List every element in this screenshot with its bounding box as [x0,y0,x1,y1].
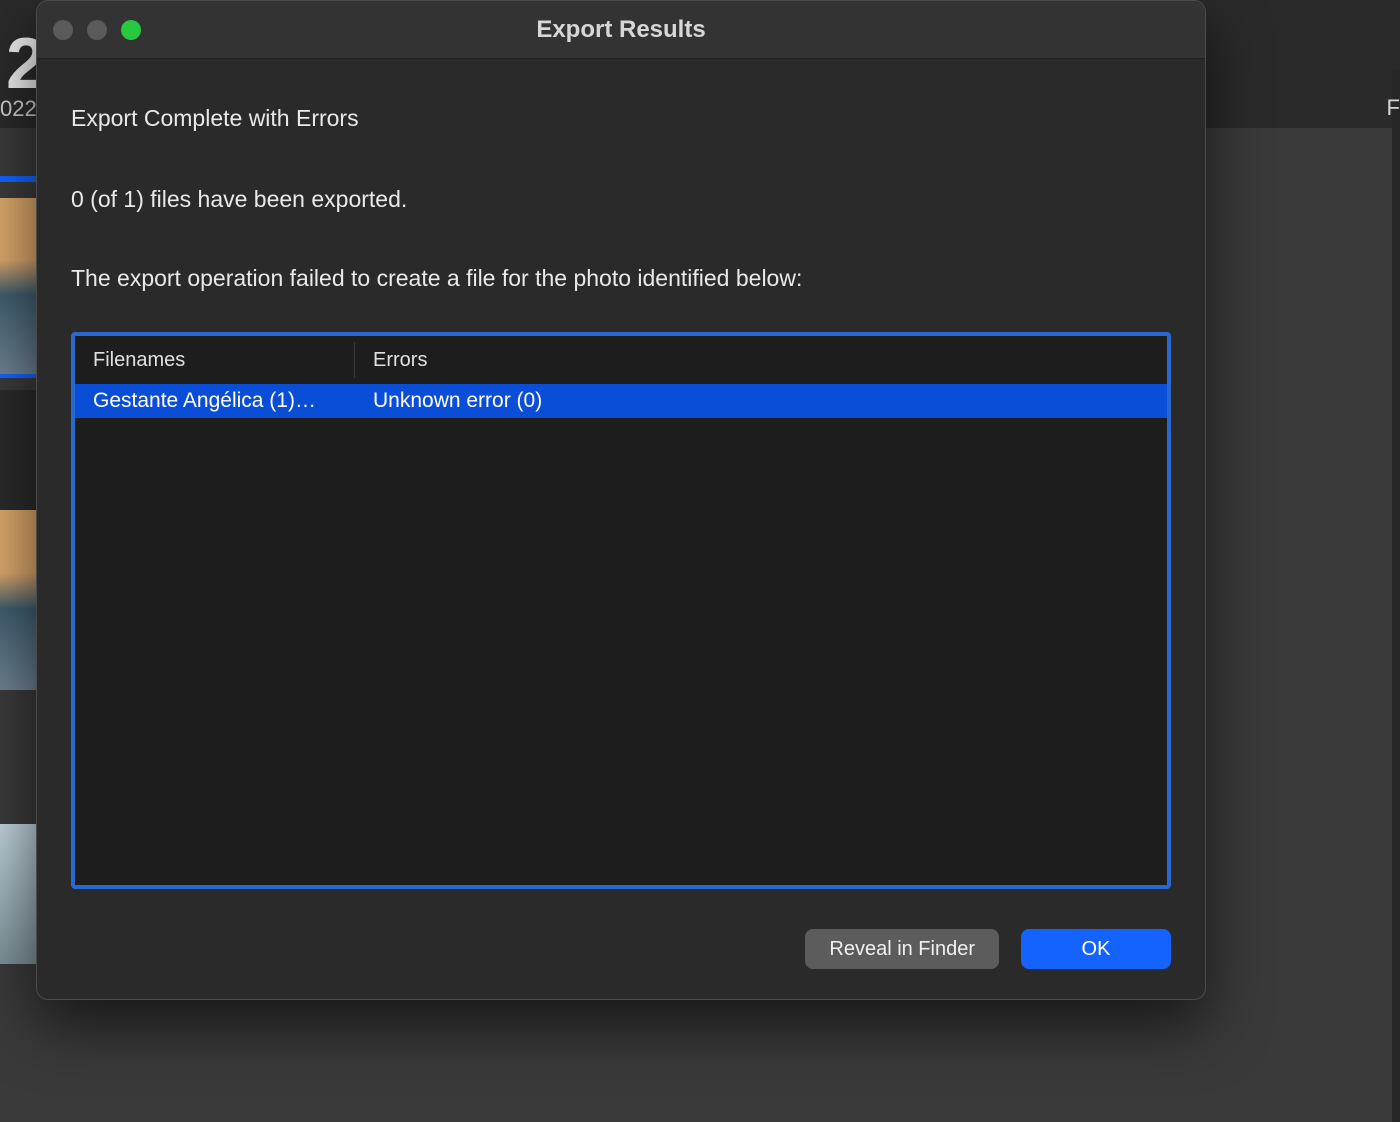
close-window-button[interactable] [53,20,73,40]
background-thumbnail [0,824,38,964]
export-status-heading: Export Complete with Errors [71,103,1171,134]
dialog-body: Export Complete with Errors 0 (of 1) fil… [37,59,1205,929]
ok-button[interactable]: OK [1021,929,1171,969]
table-row[interactable]: Gestante Angélica (1)…Unknown error (0) [75,384,1167,418]
background-divider [0,390,38,510]
titlebar: Export Results [37,1,1205,59]
background-right-letter: F [1387,95,1400,121]
minimize-window-button[interactable] [87,20,107,40]
window-controls [53,20,141,40]
table-header-row: Filenames Errors [75,336,1167,384]
export-count-summary: 0 (of 1) files have been exported. [71,184,1171,215]
background-thumbnail [0,510,38,690]
errors-table: Filenames Errors Gestante Angélica (1)…U… [71,332,1171,889]
window-title: Export Results [536,16,705,44]
reveal-in-finder-button[interactable]: Reveal in Finder [805,929,999,969]
background-right-panel-edge [1392,70,1400,1122]
background-year-fragment: 022 [0,96,37,122]
export-failure-description: The export operation failed to create a … [71,263,1171,294]
cell-error: Unknown error (0) [355,389,1167,413]
zoom-window-button[interactable] [121,20,141,40]
table-body: Gestante Angélica (1)…Unknown error (0) [75,384,1167,885]
column-header-filenames[interactable]: Filenames [75,342,355,378]
background-thumbnail [0,198,38,378]
column-header-errors[interactable]: Errors [355,336,1167,384]
cell-filename: Gestante Angélica (1)… [75,389,355,413]
export-results-dialog: Export Results Export Complete with Erro… [36,0,1206,1000]
background-selection-rail [0,176,40,182]
dialog-footer: Reveal in Finder OK [37,929,1205,999]
